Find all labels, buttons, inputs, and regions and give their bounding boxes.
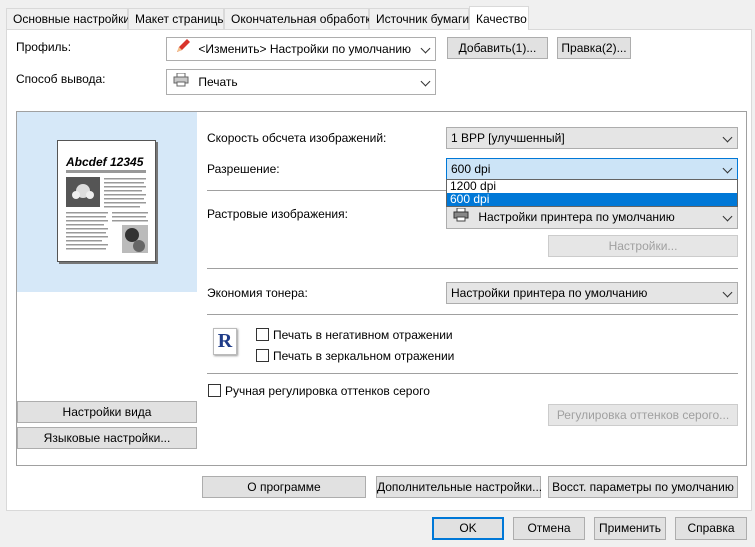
preview-rule	[66, 170, 146, 173]
image-processing-label: Скорость обсчета изображений:	[207, 131, 387, 145]
output-method-value: Печать	[198, 75, 238, 89]
preview-pane: Abcdef 12345	[17, 112, 197, 292]
profile-label: Профиль:	[16, 40, 72, 54]
resolution-options-list: 1200 dpi 600 dpi	[446, 179, 738, 207]
separator	[207, 314, 738, 315]
resolution-value: 600 dpi	[451, 162, 491, 176]
add-profile-button[interactable]: Добавить(1)...	[447, 37, 548, 59]
restore-defaults-button[interactable]: Восст. параметры по умолчанию	[548, 476, 738, 498]
tab-paper-source[interactable]: Источник бумаги	[369, 8, 469, 29]
ok-button[interactable]: OK	[432, 517, 504, 540]
gray-adjust-button[interactable]: Регулировка оттенков серого...	[548, 404, 738, 426]
help-button[interactable]: Справка	[675, 517, 747, 540]
output-method-dropdown[interactable]: Печать	[166, 69, 436, 95]
language-settings-button[interactable]: Языковые настройки...	[17, 427, 197, 449]
chevron-down-icon	[722, 211, 733, 222]
raster-value: Настройки принтера по умолчанию	[478, 210, 675, 224]
toner-label: Экономия тонера:	[207, 286, 308, 300]
resolution-option[interactable]: 1200 dpi	[447, 180, 737, 193]
printer-icon	[173, 71, 189, 94]
resolution-dropdown[interactable]: 600 dpi	[446, 158, 738, 180]
resolution-label: Разрешение:	[207, 162, 280, 176]
apply-button[interactable]: Применить	[594, 517, 666, 540]
image-processing-value: 1 BPP [улучшенный]	[451, 131, 565, 145]
raster-dropdown[interactable]: Настройки принтера по умолчанию	[446, 205, 738, 229]
tab-finishing[interactable]: Окончательная обработка	[224, 8, 378, 29]
chevron-down-icon	[722, 132, 733, 143]
cancel-button[interactable]: Отмена	[513, 517, 585, 540]
preview-page: Abcdef 12345	[57, 140, 156, 262]
advanced-settings-button[interactable]: Дополнительные настройки...	[376, 476, 542, 498]
tab-quality[interactable]: Качество	[469, 6, 529, 30]
image-processing-dropdown[interactable]: 1 BPP [улучшенный]	[446, 127, 738, 149]
view-settings-button[interactable]: Настройки вида	[17, 401, 197, 423]
raster-settings-button[interactable]: Настройки...	[548, 235, 738, 257]
mirror-print-label: Печать в зеркальном отражении	[273, 349, 455, 363]
manual-gray-checkbox[interactable]	[208, 384, 221, 397]
about-button[interactable]: О программе	[202, 476, 366, 498]
mirror-print-checkbox[interactable]	[256, 349, 269, 362]
negative-print-checkbox[interactable]	[256, 328, 269, 341]
separator	[207, 373, 738, 374]
preview-content-image	[66, 177, 148, 253]
resolution-option-selected[interactable]: 600 dpi	[447, 193, 737, 206]
mirror-r-icon: R	[213, 328, 237, 355]
edit-profile-button[interactable]: Правка(2)...	[557, 37, 631, 59]
chevron-down-icon	[420, 76, 431, 87]
profile-value: <Изменить> Настройки по умолчанию	[198, 42, 412, 56]
tab-basic[interactable]: Основные настройки	[6, 8, 130, 29]
printer-settings-icon	[453, 207, 469, 228]
tab-page-layout[interactable]: Макет страницы	[128, 8, 226, 29]
toner-value: Настройки принтера по умолчанию	[451, 286, 648, 300]
tab-panel: Профиль: <Изменить> Настройки по умолчан…	[6, 29, 752, 511]
preview-title: Abcdef 12345	[66, 155, 144, 169]
profile-dropdown[interactable]: <Изменить> Настройки по умолчанию	[166, 37, 436, 61]
pencil-icon	[175, 38, 191, 60]
output-method-label: Способ вывода:	[16, 72, 106, 86]
chevron-down-icon	[722, 163, 733, 174]
negative-print-label: Печать в негативном отражении	[273, 328, 453, 342]
manual-gray-label: Ручная регулировка оттенков серого	[225, 384, 430, 398]
raster-label: Растровые изображения:	[207, 207, 348, 221]
chevron-down-icon	[420, 43, 431, 54]
toner-dropdown[interactable]: Настройки принтера по умолчанию	[446, 282, 738, 304]
chevron-down-icon	[722, 287, 733, 298]
separator	[207, 268, 738, 269]
